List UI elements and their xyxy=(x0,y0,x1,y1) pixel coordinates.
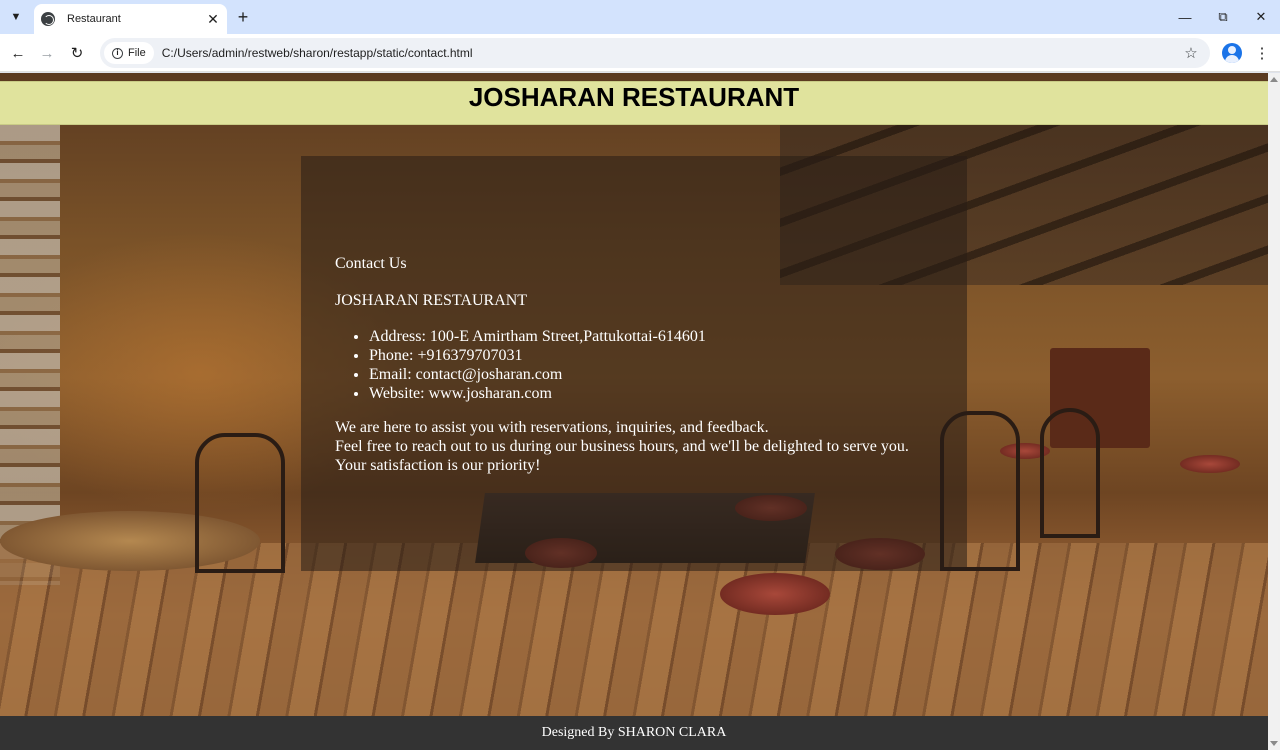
star-icon: ☆ xyxy=(1184,45,1198,62)
close-icon: ✕ xyxy=(1255,9,1267,24)
maximize-button[interactable]: ⧉ xyxy=(1210,6,1236,28)
contact-email: Email: contact@josharan.com xyxy=(369,365,967,384)
site-chip-label: File xyxy=(128,47,146,59)
restore-icon: ⧉ xyxy=(1218,9,1228,24)
tab-strip: ▼ Restaurant ✕ + — ⧉ ✕ xyxy=(0,0,1280,34)
address-bar[interactable]: i File C:/Users/admin/restweb/sharon/res… xyxy=(100,38,1210,68)
page-header: JOSHARAN RESTAURANT xyxy=(0,81,1268,125)
contact-address: Address: 100-E Amirtham Street,Pattukott… xyxy=(369,327,967,346)
plus-icon: + xyxy=(237,6,249,27)
url-text[interactable]: C:/Users/admin/restweb/sharon/restapp/st… xyxy=(162,46,1180,60)
site-info-chip[interactable]: i File xyxy=(104,42,154,64)
page-title: JOSHARAN RESTAURANT xyxy=(468,82,800,112)
minimize-icon: — xyxy=(1178,9,1192,25)
message-line: Your satisfaction is our priority! xyxy=(335,457,541,474)
tab-title: Restaurant xyxy=(67,13,121,25)
close-icon[interactable]: ✕ xyxy=(205,11,221,27)
chevron-down-icon: ▼ xyxy=(10,11,22,23)
bookmark-star-button[interactable]: ☆ xyxy=(1180,42,1202,64)
restaurant-name: JOSHARAN RESTAURANT xyxy=(335,292,528,309)
contact-details-list: Address: 100-E Amirtham Street,Pattukott… xyxy=(335,327,967,403)
contact-heading: Contact Us xyxy=(335,255,407,272)
close-window-button[interactable]: ✕ xyxy=(1248,6,1274,28)
globe-icon xyxy=(41,12,55,26)
reload-icon: ↻ xyxy=(70,45,84,62)
contact-panel: Contact Us JOSHARAN RESTAURANT Address: … xyxy=(301,156,967,571)
vertical-scrollbar[interactable] xyxy=(1268,73,1280,750)
info-icon: i xyxy=(112,47,123,59)
contact-phone: Phone: +916379707031 xyxy=(369,346,967,365)
tab-search-button[interactable]: ▼ xyxy=(4,6,28,28)
page-viewport: JOSHARAN RESTAURANT Contact Us JOSHARAN … xyxy=(0,73,1268,750)
tab-restaurant[interactable]: Restaurant ✕ xyxy=(34,4,227,34)
message-line: We are here to assist you with reservati… xyxy=(335,419,769,436)
profile-icon[interactable] xyxy=(1222,43,1242,63)
scroll-up-icon[interactable] xyxy=(1270,77,1278,82)
page-footer: Designed By SHARON CLARA xyxy=(0,716,1268,750)
arrow-left-icon: ← xyxy=(10,44,26,62)
minimize-button[interactable]: — xyxy=(1172,6,1198,28)
kebab-menu-icon[interactable]: ⋮ xyxy=(1254,42,1270,64)
browser-toolbar: ← → ↻ i File C:/Users/admin/restweb/shar… xyxy=(0,34,1280,72)
back-button[interactable]: ← xyxy=(7,42,29,64)
message-line: Feel free to reach out to us during our … xyxy=(335,438,909,455)
reload-button[interactable]: ↻ xyxy=(66,42,88,64)
arrow-right-icon: → xyxy=(39,44,55,62)
contact-website: Website: www.josharan.com xyxy=(369,384,967,403)
scroll-down-icon[interactable] xyxy=(1270,741,1278,746)
new-tab-button[interactable]: + xyxy=(233,7,253,27)
contact-message: We are here to assist you with reservati… xyxy=(335,418,967,475)
forward-button[interactable]: → xyxy=(36,42,58,64)
